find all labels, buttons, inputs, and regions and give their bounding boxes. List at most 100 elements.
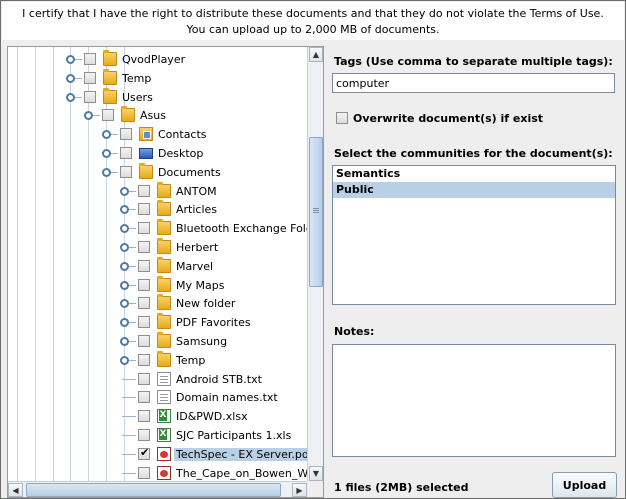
expand-handle-icon[interactable] <box>120 337 129 346</box>
tree-node[interactable]: Users <box>8 87 307 107</box>
tree-node[interactable]: New folder <box>8 294 307 313</box>
tree-node-label[interactable]: ID&PWD.xlsx <box>176 410 248 423</box>
tree-node[interactable]: My Maps <box>8 275 307 295</box>
tree-node-checkbox[interactable] <box>138 222 150 235</box>
tree-node-label[interactable]: SJC Participants 1.xls <box>176 429 291 442</box>
tree-node-checkbox[interactable] <box>138 316 150 329</box>
tree-node-checkbox[interactable] <box>84 71 96 84</box>
tree-node[interactable]: SJC Participants 1.xls <box>8 426 307 445</box>
tree-node[interactable]: Temp <box>8 350 307 370</box>
expand-handle-icon[interactable] <box>102 149 111 158</box>
tree-node[interactable]: Contacts <box>8 125 307 144</box>
expand-handle-icon[interactable] <box>120 205 129 215</box>
tree-node[interactable]: Samsung <box>8 332 307 351</box>
tree-node-label[interactable]: Marvel <box>176 260 213 273</box>
tree-node[interactable]: Desktop <box>8 144 307 163</box>
expand-handle-icon[interactable] <box>120 186 129 196</box>
tree-node[interactable]: QvodPlayer <box>8 50 307 69</box>
file-tree[interactable]: QvodPlayer Temp Users Asus Contacts Desktop Do… <box>7 46 324 498</box>
tree-node[interactable]: Documents <box>8 162 307 182</box>
tree-node-label[interactable]: ANTOM <box>176 185 217 198</box>
tree-node-checkbox[interactable] <box>138 429 150 441</box>
overwrite-checkbox[interactable] <box>336 112 348 124</box>
tree-node-label[interactable]: Samsung <box>176 335 227 348</box>
tree-node-label[interactable]: Temp <box>122 72 151 85</box>
tree-node-checkbox[interactable] <box>138 203 150 216</box>
tree-node-checkbox[interactable] <box>138 353 150 366</box>
tree-node[interactable]: Articles <box>8 200 307 219</box>
scroll-right-arrow-icon[interactable]: ▶ <box>292 483 307 497</box>
tree-node-checkbox[interactable] <box>138 297 150 310</box>
tree-node-checkbox[interactable] <box>138 259 150 272</box>
tree-node-checkbox[interactable] <box>138 184 150 197</box>
expand-handle-icon[interactable] <box>120 355 129 365</box>
tree-node[interactable]: Bluetooth Exchange Folder <box>8 219 323 238</box>
tree-node-checkbox[interactable] <box>138 391 150 404</box>
tree-node[interactable]: Android STB.txt <box>8 370 307 389</box>
expand-handle-icon[interactable] <box>66 55 75 64</box>
expand-handle-icon[interactable] <box>84 111 93 121</box>
expand-handle-icon[interactable] <box>120 318 129 328</box>
tree-node-checkbox[interactable] <box>102 109 114 122</box>
tree-node[interactable]: Domain names.txt <box>8 388 307 407</box>
tree-horizontal-scroll-thumb[interactable] <box>26 483 281 497</box>
tree-node-label[interactable]: Android STB.txt <box>176 373 262 386</box>
expand-handle-icon[interactable] <box>120 243 129 252</box>
expand-handle-icon[interactable] <box>120 280 129 290</box>
expand-handle-icon[interactable] <box>66 73 75 83</box>
tree-node-checkbox[interactable] <box>84 90 96 103</box>
tree-node-label[interactable]: My Maps <box>176 279 224 292</box>
expand-handle-icon[interactable] <box>102 130 111 140</box>
tree-node-label[interactable]: QvodPlayer <box>122 53 185 66</box>
tree-vertical-scrollbar[interactable]: ▲ ▼ <box>307 47 323 481</box>
scroll-down-arrow-icon[interactable]: ▼ <box>309 466 323 481</box>
tree-node-checkbox[interactable] <box>138 466 150 479</box>
tree-node-label[interactable]: Temp <box>176 354 205 367</box>
tree-node-checkbox[interactable] <box>138 278 150 291</box>
tree-node-checkbox[interactable] <box>120 147 132 159</box>
tree-node-checkbox[interactable] <box>120 165 132 178</box>
community-item-semantics[interactable]: Semantics <box>333 166 615 182</box>
tree-node-label[interactable]: Herbert <box>176 241 218 254</box>
tree-node[interactable]: ANTOM <box>8 181 307 201</box>
tree-node-label[interactable]: Desktop <box>158 147 203 160</box>
expand-handle-icon[interactable] <box>102 167 111 177</box>
tree-node[interactable]: The_Cape_on_Bowen_Wo <box>8 464 314 483</box>
tree-node[interactable]: ID&PWD.xlsx <box>8 407 307 426</box>
tree-node[interactable]: Asus <box>8 106 307 125</box>
tree-node-checkbox[interactable] <box>138 446 150 460</box>
expand-handle-icon[interactable] <box>120 261 129 271</box>
tree-node-label[interactable]: Documents <box>158 166 221 179</box>
expand-handle-icon[interactable] <box>120 224 129 234</box>
scroll-left-arrow-icon[interactable]: ◀ <box>8 483 23 497</box>
tree-node-label[interactable]: PDF Favorites <box>176 316 251 329</box>
tree-node-checkbox[interactable] <box>138 335 150 347</box>
tree-node-checkbox[interactable] <box>84 53 96 65</box>
tree-node[interactable]: Temp <box>8 68 307 88</box>
communities-list[interactable]: Semantics Public <box>332 165 616 305</box>
tree-node[interactable]: Marvel <box>8 256 307 276</box>
scroll-up-arrow-icon[interactable]: ▲ <box>309 47 323 62</box>
tree-node-label[interactable]: Domain names.txt <box>176 391 278 404</box>
upload-button[interactable]: Upload <box>552 472 617 498</box>
tree-node-label[interactable]: Articles <box>176 203 217 216</box>
tree-node-label[interactable]: The_Cape_on_Bowen_Wo <box>176 467 314 480</box>
tree-node[interactable]: Herbert <box>8 238 307 257</box>
notes-textarea[interactable] <box>332 344 616 457</box>
tree-node[interactable]: TechSpec - EX Server.pdf <box>8 445 315 464</box>
tree-node-label[interactable]: Users <box>122 91 153 104</box>
tree-horizontal-scrollbar[interactable]: ◀ ▶ <box>8 481 307 497</box>
tree-node-checkbox[interactable] <box>138 410 150 423</box>
tree-node-label[interactable]: TechSpec - EX Server.pdf <box>174 447 315 461</box>
tree-node-label[interactable]: Contacts <box>158 128 207 141</box>
tree-node-checkbox[interactable] <box>120 128 132 141</box>
expand-handle-icon[interactable] <box>66 92 75 102</box>
tree-node-label[interactable]: New folder <box>176 297 235 310</box>
tags-input[interactable] <box>332 73 615 93</box>
tree-node[interactable]: PDF Favorites <box>8 313 307 332</box>
community-item-public[interactable]: Public <box>333 182 615 198</box>
tree-node-checkbox[interactable] <box>138 241 150 253</box>
tree-node-label[interactable]: Bluetooth Exchange Folder <box>176 222 323 235</box>
tree-node-checkbox[interactable] <box>138 372 150 385</box>
expand-handle-icon[interactable] <box>120 299 129 309</box>
